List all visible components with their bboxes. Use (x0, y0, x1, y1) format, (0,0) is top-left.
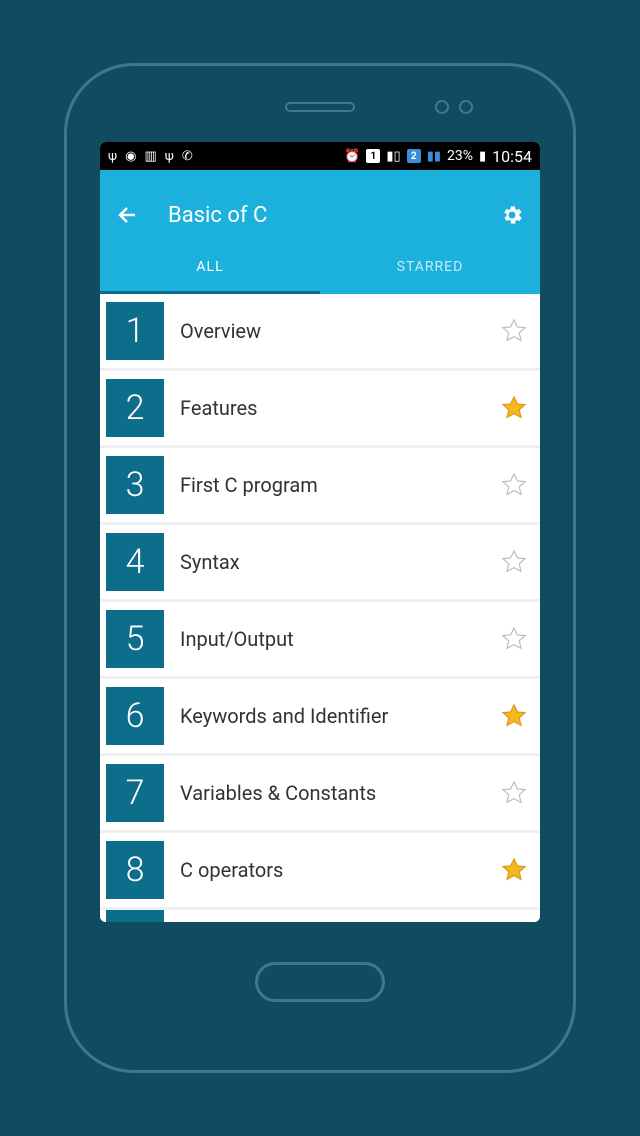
tab-all[interactable]: ALL (100, 242, 320, 294)
list-item[interactable]: 7 Variables & Constants (100, 756, 540, 830)
battery-text: 23% (447, 148, 473, 164)
phone-home-button[interactable] (255, 962, 385, 1002)
disc-icon: ◉ (125, 149, 136, 164)
star-icon[interactable] (500, 471, 528, 499)
signal1-icon: ▮▯ (386, 149, 400, 164)
battery-icon: ▮ (479, 149, 486, 164)
android-status-bar: ψ ◉ ▥ ψ ✆ ⏰ 1 ▮▯ 2 ▮▮ 23% ▮ 10:54 (100, 142, 540, 170)
topics-list[interactable]: 1 Overview 2 Features 3 First C program … (100, 294, 540, 922)
tab-starred[interactable]: STARRED (320, 242, 540, 294)
star-icon[interactable] (500, 394, 528, 422)
item-label: Variables & Constants (180, 781, 500, 805)
item-number-badge: 2 (106, 379, 164, 437)
list-item[interactable]: 6 Keywords and Identifier (100, 679, 540, 753)
tab-starred-label: STARRED (397, 259, 464, 275)
usb-icon: ψ (108, 149, 117, 164)
sim1-badge: 1 (366, 149, 380, 163)
list-item[interactable]: 4 Syntax (100, 525, 540, 599)
item-label: Features (180, 396, 500, 420)
usb-icon-2: ψ (165, 149, 174, 164)
star-icon[interactable] (500, 702, 528, 730)
back-icon[interactable] (116, 203, 140, 227)
item-number-badge: 1 (106, 302, 164, 360)
clock-text: 10:54 (492, 147, 532, 166)
star-icon[interactable] (500, 779, 528, 807)
item-label: Syntax (180, 550, 500, 574)
item-number-badge: 8 (106, 841, 164, 899)
signal2-icon: ▮▮ (427, 149, 441, 164)
phone-sensors (435, 100, 473, 114)
star-icon[interactable] (500, 856, 528, 884)
phone-screen: ψ ◉ ▥ ψ ✆ ⏰ 1 ▮▯ 2 ▮▮ 23% ▮ 10:54 Basic … (100, 142, 540, 922)
star-icon[interactable] (500, 625, 528, 653)
item-label: Overview (180, 319, 500, 343)
item-label: C operators (180, 858, 500, 882)
settings-icon[interactable] (500, 203, 524, 227)
item-label: Input/Output (180, 627, 500, 651)
item-number-badge: 3 (106, 456, 164, 514)
list-item[interactable]: 2 Features (100, 371, 540, 445)
sim2-badge: 2 (407, 149, 421, 163)
page-title: Basic of C (168, 203, 500, 228)
tab-bar: ALL STARRED (100, 242, 540, 294)
tab-all-label: ALL (196, 259, 223, 275)
star-icon[interactable] (500, 317, 528, 345)
list-item[interactable]: 8 C operators (100, 833, 540, 907)
list-item-partial (100, 910, 540, 922)
star-icon[interactable] (500, 548, 528, 576)
list-item[interactable]: 1 Overview (100, 294, 540, 368)
item-number-badge: 4 (106, 533, 164, 591)
phone-speaker (285, 102, 355, 112)
list-item[interactable]: 3 First C program (100, 448, 540, 522)
item-number-badge: 7 (106, 764, 164, 822)
item-number-badge: 5 (106, 610, 164, 668)
phone-device-frame: ψ ◉ ▥ ψ ✆ ⏰ 1 ▮▯ 2 ▮▮ 23% ▮ 10:54 Basic … (64, 63, 576, 1073)
item-label: First C program (180, 473, 500, 497)
item-number-badge: 6 (106, 687, 164, 745)
app-bar: Basic of C (100, 170, 540, 242)
list-item[interactable]: 5 Input/Output (100, 602, 540, 676)
phone-icon: ✆ (182, 149, 193, 164)
alarm-icon: ⏰ (344, 149, 360, 164)
android-icon: ▥ (144, 149, 156, 164)
item-label: Keywords and Identifier (180, 704, 500, 728)
